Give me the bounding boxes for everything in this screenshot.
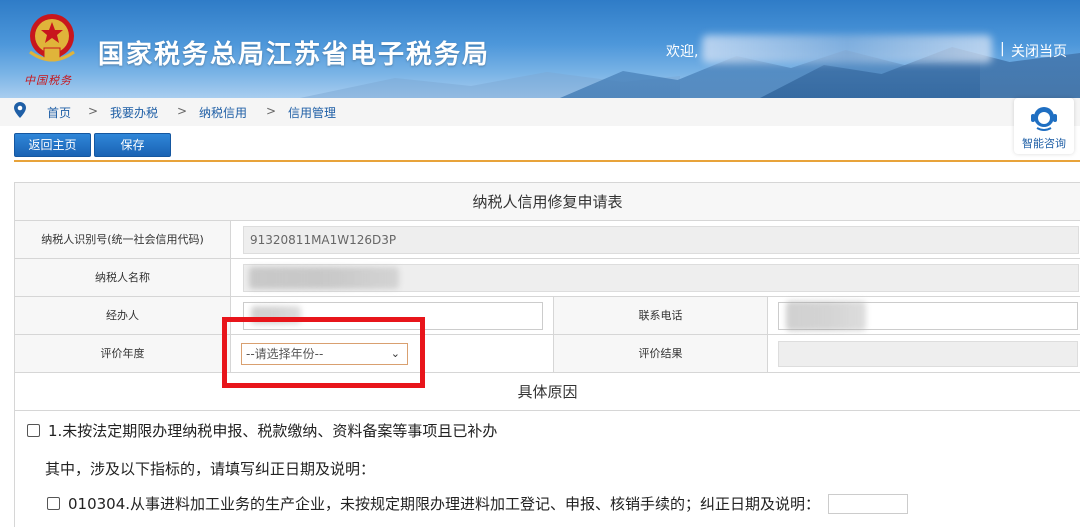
agent-label: 经办人 (15, 297, 231, 335)
taxpayer-id-cell: 91320811MA1W126D3P (231, 221, 1080, 259)
reason-1-sub-row: 010304.从事进料加工业务的生产企业，未按规定期限办理进料加工登记、申报、核… (47, 493, 909, 514)
page: 中国税务 国家税务总局江苏省电子税务局 欢迎, | 关闭当页 首页 > 我要办税… (0, 0, 1080, 527)
taxpayer-name-cell (231, 259, 1080, 297)
close-page-link[interactable]: 关闭当页 (1011, 41, 1067, 61)
breadcrumb: 首页 > 我要办税 > 纳税信用 > 信用管理 (0, 98, 1080, 126)
location-pin-icon (14, 102, 26, 118)
phone-label: 联系电话 (554, 297, 768, 335)
breadcrumb-separator: > (88, 104, 99, 118)
reason-1-text: 1.未按法定期限办理纳税申报、税款缴纳、资料备案等事项且已补办 (48, 422, 498, 440)
breadcrumb-tax-credit[interactable]: 纳税信用 (199, 104, 247, 121)
reason-1-checkbox[interactable] (27, 424, 40, 437)
credit-repair-form: 纳税人信用修复申请表 纳税人识别号(统一社会信用代码) 91320811MA1W… (14, 182, 1080, 527)
taxpayer-id-label: 纳税人识别号(统一社会信用代码) (15, 221, 231, 259)
site-header: 中国税务 国家税务总局江苏省电子税务局 欢迎, | 关闭当页 (0, 0, 1080, 98)
taxpayer-id-field: 91320811MA1W126D3P (243, 226, 1079, 254)
breadcrumb-tax-handling[interactable]: 我要办税 (110, 104, 158, 121)
reason-1-sub-checkbox[interactable] (47, 497, 60, 510)
site-title: 国家税务总局江苏省电子税务局 (98, 40, 491, 70)
save-button[interactable]: 保存 (94, 133, 171, 157)
eval-year-label: 评价年度 (15, 335, 231, 373)
reason-1-note: 其中，涉及以下指标的，请填写纠正日期及说明： (45, 460, 376, 478)
emblem-signature: 中国税务 (24, 74, 72, 87)
eval-result-field (778, 341, 1078, 367)
breadcrumb-separator: > (177, 104, 188, 118)
highlight-box (222, 317, 425, 388)
correction-date-input[interactable] (828, 493, 909, 514)
redacted-user-name (702, 35, 992, 63)
header-separator: | (1000, 41, 1005, 57)
tax-emblem-icon (29, 14, 75, 62)
reason-1-sub-text: 010304.从事进料加工业务的生产企业，未按规定期限办理进料加工登记、申报、核… (68, 495, 821, 513)
eval-result-label: 评价结果 (554, 335, 768, 373)
smart-consult-widget[interactable]: 智能咨询 (1014, 98, 1074, 154)
welcome-text: 欢迎, (666, 44, 699, 60)
smart-consult-label: 智能咨询 (1022, 137, 1066, 150)
eval-result-cell (768, 335, 1080, 373)
reasons-section-header: 具体原因 (15, 373, 1080, 411)
phone-cell (768, 297, 1080, 335)
reason-1-row: 1.未按法定期限办理纳税申报、税款缴纳、资料备案等事项且已补办 (27, 420, 497, 441)
breadcrumb-home[interactable]: 首页 (47, 104, 71, 121)
breadcrumb-separator: > (266, 104, 277, 118)
toolbar-divider (14, 160, 1080, 162)
redacted-taxpayer-name (249, 267, 399, 289)
breadcrumb-credit-management[interactable]: 信用管理 (288, 104, 336, 121)
headset-agent-icon (1031, 107, 1057, 131)
redacted-phone (786, 301, 866, 331)
form-title: 纳税人信用修复申请表 (15, 183, 1080, 221)
back-home-button[interactable]: 返回主页 (14, 133, 91, 157)
taxpayer-name-label: 纳税人名称 (15, 259, 231, 297)
